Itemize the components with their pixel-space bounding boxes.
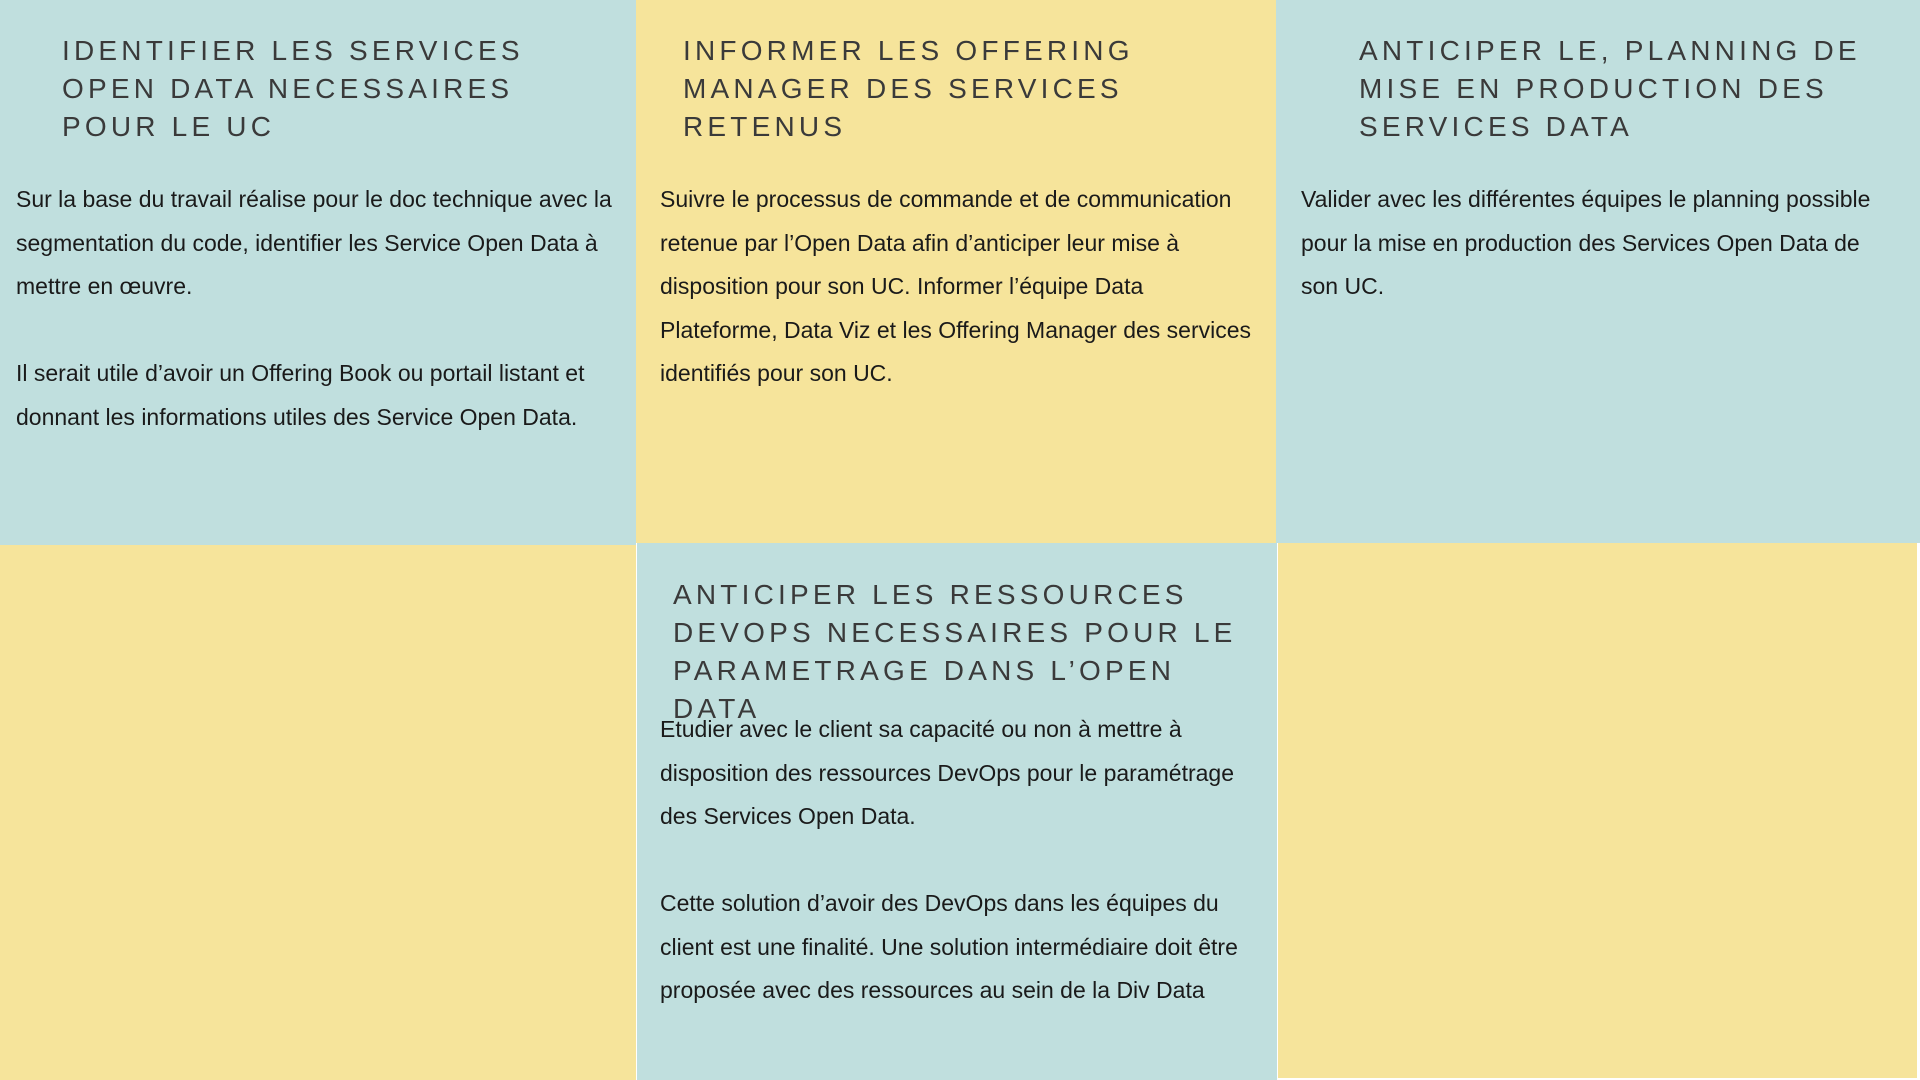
card-body: Sur la base du travail réalise pour le d…	[16, 178, 616, 439]
card-title: INFORMER LES OFFERING MANAGER DES SERVIC…	[683, 35, 1134, 142]
card-identify-services: IDENTIFIER LES SERVICES OPEN DATA NECESS…	[0, 0, 636, 545]
card-anticipate-planning: ANTICIPER LE, PLANNING DE MISE EN PRODUC…	[1276, 0, 1920, 543]
card-anticipate-devops: ANTICIPER LES RESSOURCES DEVOPS NECESSAI…	[637, 543, 1277, 1080]
card-title: ANTICIPER LE, PLANNING DE MISE EN PRODUC…	[1359, 35, 1861, 142]
card-title: ANTICIPER LES RESSOURCES DEVOPS NECESSAI…	[673, 579, 1237, 724]
card-paragraph: Sur la base du travail réalise pour le d…	[16, 186, 612, 299]
card-paragraph: Cette solution d’avoir des DevOps dans l…	[660, 890, 1238, 1003]
card-empty-left	[0, 545, 636, 1080]
sticky-note-board: IDENTIFIER LES SERVICES OPEN DATA NECESS…	[0, 0, 1920, 1080]
card-body: Valider avec les différentes équipes le …	[1301, 178, 1901, 309]
card-title: IDENTIFIER LES SERVICES OPEN DATA NECESS…	[62, 35, 524, 142]
card-paragraph: Suivre le processus de commande et de co…	[660, 186, 1252, 386]
card-paragraph: Valider avec les différentes équipes le …	[1301, 186, 1871, 299]
card-body: Suivre le processus de commande et de co…	[660, 178, 1260, 396]
card-inform-offering-managers: INFORMER LES OFFERING MANAGER DES SERVIC…	[636, 0, 1276, 543]
card-body: Etudier avec le client sa capacité ou no…	[660, 708, 1260, 1013]
card-paragraph: Il serait utile d’avoir un Offering Book…	[16, 360, 585, 430]
card-empty-right	[1278, 543, 1917, 1078]
card-paragraph: Etudier avec le client sa capacité ou no…	[660, 716, 1235, 829]
